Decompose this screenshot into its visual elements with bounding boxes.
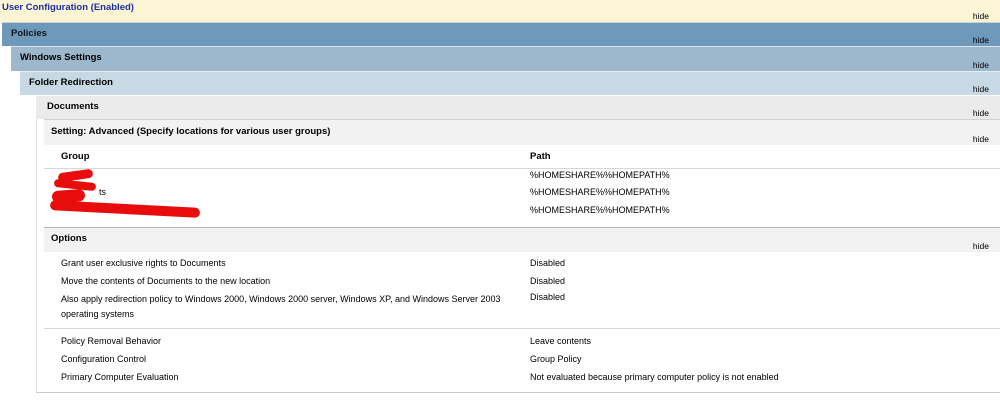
documents-hide-link[interactable]: hide xyxy=(973,108,989,118)
option-setting-cell: Policy Removal Behavior xyxy=(61,336,162,346)
options-divider xyxy=(44,328,1000,329)
option-value-cell: Disabled xyxy=(530,276,566,286)
setting-header: Setting: Advanced (Specify locations for… xyxy=(44,119,1000,145)
setting-title: Setting: Advanced (Specify locations for… xyxy=(51,126,331,137)
option-value-cell: Leave contents xyxy=(530,336,592,346)
path-cell: %HOMESHARE%%HOMEPATH% xyxy=(530,170,670,180)
option-setting-cell: Grant user exclusive rights to Documents xyxy=(61,258,226,268)
option-setting-cell: Move the contents of Documents to the ne… xyxy=(61,276,271,286)
option-setting-cell: Configuration Control xyxy=(61,354,147,364)
option-value-cell: Disabled xyxy=(530,292,566,302)
path-cell: %HOMESHARE%%HOMEPATH% xyxy=(530,205,670,215)
options-header: Options hide xyxy=(44,227,1000,252)
indent-divider xyxy=(36,119,37,392)
option-value-cell: Group Policy xyxy=(530,354,582,364)
setting-hide-link[interactable]: hide xyxy=(973,134,989,144)
option-value-cell: Not evaluated because primary computer p… xyxy=(530,372,779,382)
group-cell: ts xyxy=(99,187,107,197)
policies-title: Policies xyxy=(11,28,47,39)
folder-redirection-title: Folder Redirection xyxy=(29,77,113,88)
table-row: %HOMESHARE%%HOMEPATH% xyxy=(44,170,1000,187)
option-value-cell: Disabled xyxy=(530,258,566,268)
options-hide-link[interactable]: hide xyxy=(973,241,989,251)
folder-redirection-header: Folder Redirection hide xyxy=(20,71,1000,95)
group-column-header: Group xyxy=(61,151,90,162)
user-configuration-hide-link[interactable]: hide xyxy=(973,11,989,21)
table-header-row: Group Path xyxy=(44,151,1000,168)
windows-settings-hide-link[interactable]: hide xyxy=(973,60,989,70)
path-cell: %HOMESHARE%%HOMEPATH% xyxy=(530,187,670,197)
folder-redirection-hide-link[interactable]: hide xyxy=(973,84,989,94)
option-setting-cell: Primary Computer Evaluation xyxy=(61,372,179,382)
windows-settings-title: Windows Settings xyxy=(20,52,102,63)
user-configuration-title: User Configuration (Enabled) xyxy=(2,2,134,13)
user-configuration-header: User Configuration (Enabled) hide xyxy=(0,0,1000,22)
option-setting-cell: Also apply redirection policy to Windows… xyxy=(61,294,501,319)
section-bottom-border xyxy=(36,392,1000,393)
options-title: Options xyxy=(51,233,87,244)
documents-title: Documents xyxy=(47,101,99,112)
policies-hide-link[interactable]: hide xyxy=(973,35,989,45)
policies-header: Policies hide xyxy=(2,22,1000,46)
path-column-header: Path xyxy=(530,151,551,162)
windows-settings-header: Windows Settings hide xyxy=(11,46,1000,71)
table-row: ts %HOMESHARE%%HOMEPATH% xyxy=(44,187,1000,204)
header-divider xyxy=(44,168,1000,169)
documents-header: Documents hide xyxy=(36,95,1000,119)
